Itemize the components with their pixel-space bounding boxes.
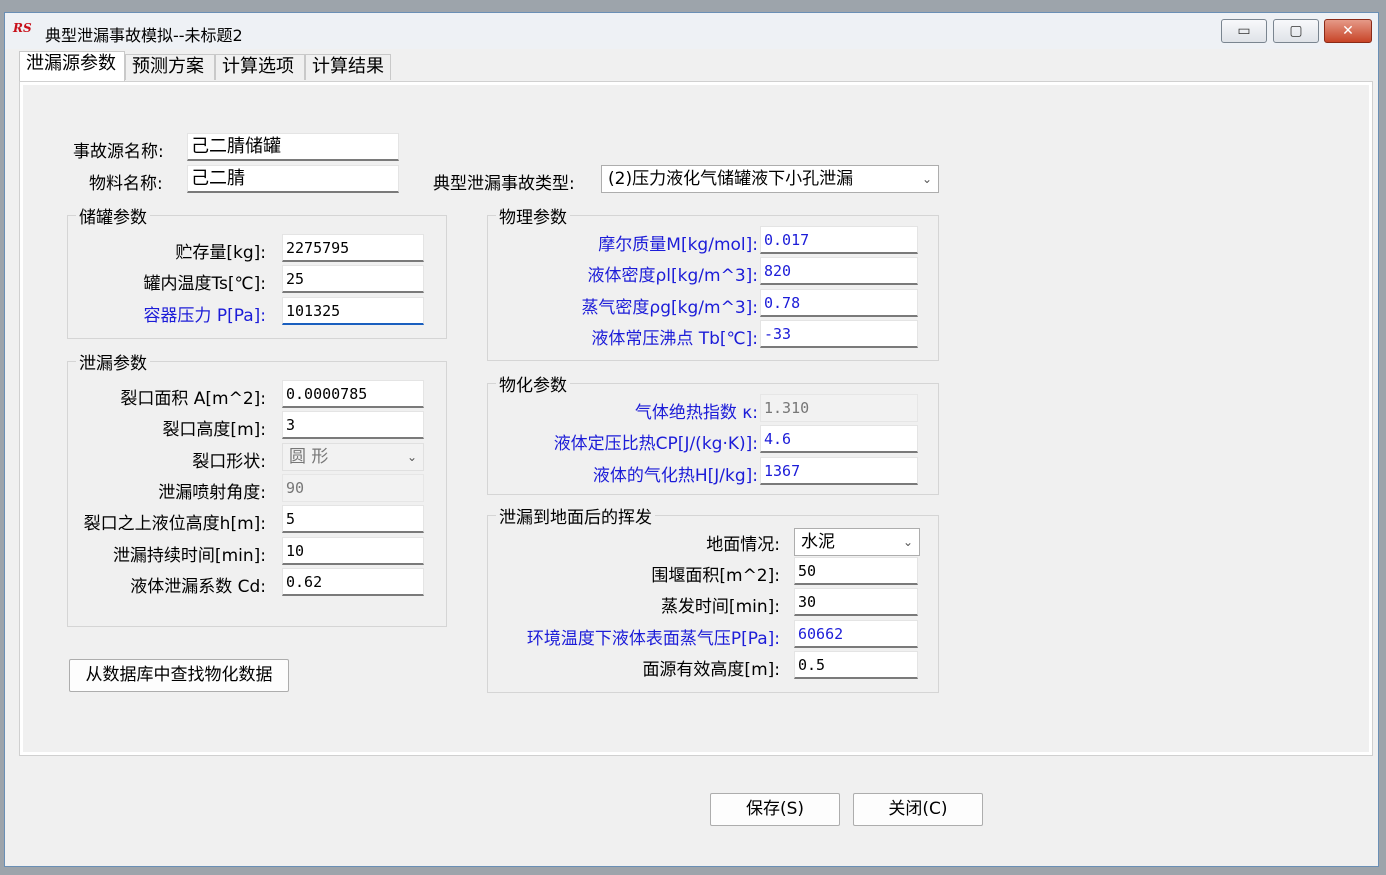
- storage-amount-input[interactable]: 2275795: [282, 234, 424, 262]
- window-title: 典型泄漏事故模拟--未标题2: [45, 26, 243, 45]
- minimize-icon: ▭: [1237, 23, 1251, 39]
- main-window: RS 典型泄漏事故模拟--未标题2 ▭ ▢ ✕ 泄漏源参数 预测方案 计算选项 …: [4, 12, 1379, 867]
- chemical-params-group: 物化参数 气体绝热指数 κ: 1.310 液体定压比热CP[J/(kg·K)]:…: [487, 371, 939, 495]
- physical-params-title: 物理参数: [496, 203, 570, 228]
- leak-duration-label: 泄漏持续时间[min]:: [112, 546, 266, 566]
- orifice-area-label: 裂口面积 A[m^2]:: [120, 389, 266, 409]
- restore-icon: ▢: [1289, 23, 1303, 39]
- molar-mass-input[interactable]: 0.017: [760, 226, 918, 254]
- container-pressure-label: 容器压力 P[Pa]:: [143, 306, 266, 326]
- save-button[interactable]: 保存(S): [710, 793, 840, 826]
- chevron-down-icon: ⌄: [902, 535, 913, 549]
- evaporation-time-label: 蒸发时间[min]:: [660, 597, 780, 617]
- specific-heat-input[interactable]: 4.6: [760, 425, 918, 453]
- dike-area-label: 围堰面积[m^2]:: [651, 566, 780, 586]
- accident-type-label: 典型泄漏事故类型:: [433, 174, 575, 194]
- accident-type-value: (2)压力液化气储罐液下小孔泄漏: [608, 169, 854, 189]
- jet-angle-label: 泄漏喷射角度:: [158, 483, 266, 503]
- orifice-shape-label: 裂口形状:: [192, 452, 266, 472]
- material-name-label: 物料名称:: [89, 174, 163, 194]
- evaporation-title: 泄漏到地面后的挥发: [496, 503, 655, 528]
- tab-calc-results[interactable]: 计算结果: [305, 54, 391, 80]
- leak-duration-input[interactable]: 10: [282, 537, 424, 565]
- orifice-area-input[interactable]: 0.0000785: [282, 380, 424, 408]
- jet-angle-input: 90: [282, 474, 424, 502]
- source-height-input[interactable]: 0.5: [794, 651, 918, 679]
- material-name-input[interactable]: 己二腈: [187, 165, 399, 193]
- chevron-down-icon: ⌄: [921, 172, 932, 186]
- vapor-density-input[interactable]: 0.78: [760, 289, 918, 317]
- leak-params-group: 泄漏参数 裂口面积 A[m^2]: 0.0000785 裂口高度[m]: 3 裂…: [67, 349, 447, 627]
- tab-leak-source[interactable]: 泄漏源参数: [19, 51, 125, 81]
- storage-amount-label: 贮存量[kg]:: [175, 243, 266, 263]
- container-pressure-input[interactable]: 101325: [282, 297, 424, 325]
- tab-calc-options[interactable]: 计算选项: [215, 54, 305, 80]
- restore-button[interactable]: ▢: [1273, 19, 1319, 43]
- ground-condition-value: 水泥: [801, 532, 835, 552]
- adiabatic-index-label: 气体绝热指数 κ:: [634, 403, 758, 423]
- evaporation-time-input[interactable]: 30: [794, 588, 918, 616]
- accident-type-select[interactable]: (2)压力液化气储罐液下小孔泄漏 ⌄: [601, 165, 939, 193]
- source-height-label: 面源有效高度[m]:: [642, 660, 780, 680]
- form-area: 事故源名称: 己二腈储罐 物料名称: 己二腈 典型泄漏事故类型: (2)压力液化…: [23, 85, 1369, 752]
- orifice-height-label: 裂口高度[m]:: [162, 420, 266, 440]
- ground-condition-label: 地面情况:: [706, 535, 780, 555]
- vapor-pressure-input[interactable]: 60662: [794, 620, 918, 648]
- tank-params-title: 储罐参数: [76, 203, 150, 228]
- tank-temp-input[interactable]: 25: [282, 265, 424, 293]
- close-window-button[interactable]: ✕: [1324, 19, 1372, 43]
- liquid-density-input[interactable]: 820: [760, 257, 918, 285]
- leak-params-title: 泄漏参数: [76, 349, 150, 374]
- tab-forecast[interactable]: 预测方案: [125, 54, 215, 80]
- vapor-pressure-label: 环境温度下液体表面蒸气压P[Pa]:: [526, 629, 780, 649]
- orifice-shape-value: 圆 形: [289, 447, 329, 467]
- specific-heat-label: 液体定压比热CP[J/(kg·K)]:: [553, 434, 758, 454]
- discharge-coef-input[interactable]: 0.62: [282, 568, 424, 596]
- ground-condition-select[interactable]: 水泥 ⌄: [794, 528, 920, 556]
- orifice-height-input[interactable]: 3: [282, 411, 424, 439]
- discharge-coef-label: 液体泄漏系数 Cd:: [130, 577, 266, 597]
- close-icon: ✕: [1342, 23, 1354, 39]
- physical-params-group: 物理参数 摩尔质量M[kg/mol]: 0.017 液体密度ρl[kg/m^3]…: [487, 203, 939, 361]
- source-name-label: 事故源名称:: [73, 142, 164, 162]
- source-name-input[interactable]: 己二腈储罐: [187, 133, 399, 161]
- tank-params-group: 储罐参数 贮存量[kg]: 2275795 罐内温度Ts[℃]: 25 容器压力…: [67, 203, 447, 339]
- vapor-density-label: 蒸气密度ρg[kg/m^3]:: [581, 298, 758, 318]
- evaporation-group: 泄漏到地面后的挥发 地面情况: 水泥 ⌄ 围堰面积[m^2]: 50 蒸发时间[…: [487, 503, 939, 693]
- title-bar[interactable]: RS 典型泄漏事故模拟--未标题2 ▭ ▢ ✕: [5, 13, 1378, 49]
- vaporization-heat-label: 液体的气化热H[J/kg]:: [592, 466, 758, 486]
- tank-temp-label: 罐内温度Ts[℃]:: [143, 274, 266, 294]
- chevron-down-icon: ⌄: [406, 450, 417, 464]
- tab-panel: 事故源名称: 己二腈储罐 物料名称: 己二腈 典型泄漏事故类型: (2)压力液化…: [19, 81, 1373, 756]
- lookup-database-button[interactable]: 从数据库中查找物化数据: [69, 659, 289, 692]
- liquid-level-label: 裂口之上液位高度h[m]:: [83, 514, 266, 534]
- molar-mass-label: 摩尔质量M[kg/mol]:: [598, 235, 758, 255]
- boiling-point-input[interactable]: -33: [760, 320, 918, 348]
- orifice-shape-select: 圆 形 ⌄: [282, 443, 424, 471]
- boiling-point-label: 液体常压沸点 Tb[℃]:: [591, 329, 758, 349]
- liquid-level-input[interactable]: 5: [282, 505, 424, 533]
- minimize-button[interactable]: ▭: [1221, 19, 1267, 43]
- dike-area-input[interactable]: 50: [794, 557, 918, 585]
- vaporization-heat-input[interactable]: 1367: [760, 457, 918, 485]
- close-button[interactable]: 关闭(C): [853, 793, 983, 826]
- adiabatic-index-input: 1.310: [760, 394, 918, 422]
- app-logo-icon: RS: [13, 21, 32, 35]
- chemical-params-title: 物化参数: [496, 371, 570, 396]
- liquid-density-label: 液体密度ρl[kg/m^3]:: [587, 266, 759, 286]
